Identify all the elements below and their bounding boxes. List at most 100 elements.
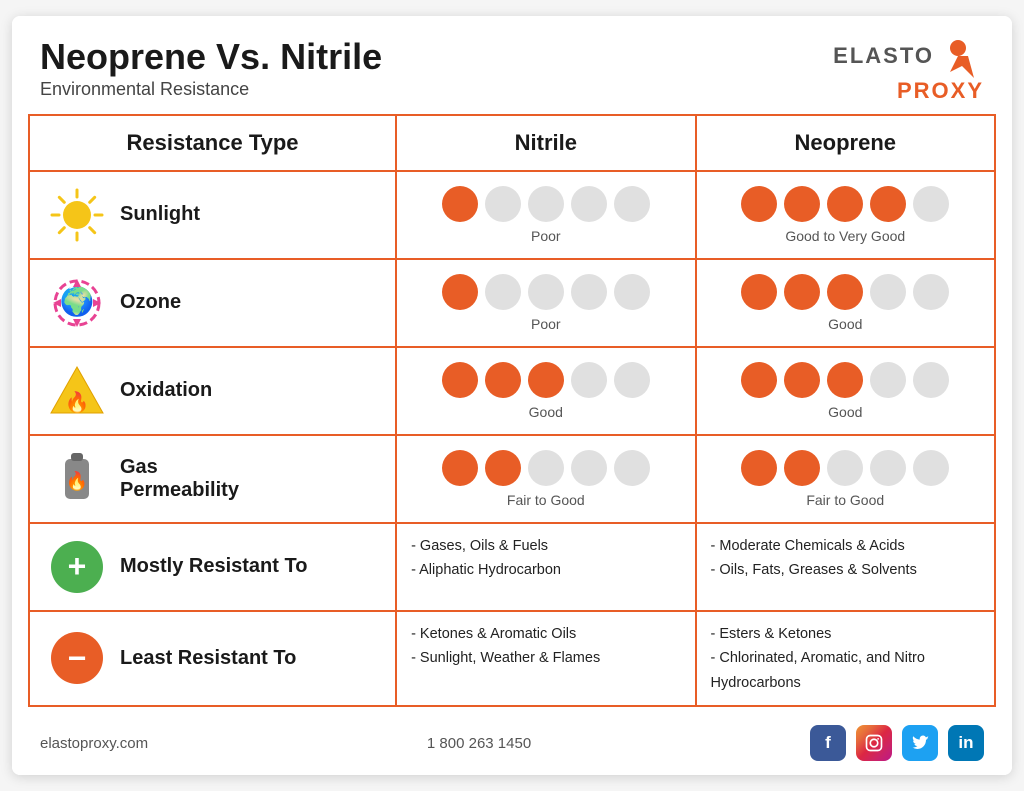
page-title: Neoprene Vs. Nitrile	[40, 37, 382, 77]
table-row: Sunlight Poor Good to Very Good	[29, 171, 995, 259]
nitrile-cell-sunlight: Poor	[396, 171, 695, 259]
type-cell-gas-permeability: 🔥 Gas Permeability	[29, 435, 396, 523]
nitrile-dot-4	[614, 450, 650, 486]
logo: ELASTO PROXY	[833, 34, 984, 104]
type-cell-oxidation: 🔥 Oxidation	[29, 347, 396, 435]
gas-icon: 🔥	[48, 450, 106, 508]
col-header-neoprene: Neoprene	[696, 115, 995, 171]
footer-social-icons: f in	[810, 725, 984, 761]
table-row: + Mostly Resistant To - Gases, Oils & Fuel…	[29, 523, 995, 611]
neoprene-dot-0	[741, 186, 777, 222]
plus-icon: +	[48, 538, 106, 596]
footer-phone: 1 800 263 1450	[427, 735, 531, 752]
svg-text:🔥: 🔥	[65, 390, 90, 414]
neoprene-rating-ozone: Good	[707, 316, 984, 332]
nitrile-dot-2	[528, 186, 564, 222]
neoprene-rating-sunlight: Good to Very Good	[707, 228, 984, 244]
nitrile-dot-0	[442, 450, 478, 486]
nitrile-dot-4	[614, 362, 650, 398]
neoprene-cell-oxidation: Good	[696, 347, 995, 435]
comparison-table: Resistance Type Nitrile Neoprene Sunligh…	[28, 114, 996, 708]
table-row: 🔥 OxidationGoodGood	[29, 347, 995, 435]
col-header-type: Resistance Type	[29, 115, 396, 171]
neoprene-cell-sunlight: Good to Very Good	[696, 171, 995, 259]
table-row: 🌍 OzonePoorGood	[29, 259, 995, 347]
nitrile-dot-4	[614, 186, 650, 222]
type-label-oxidation: Oxidation	[120, 379, 212, 402]
neoprene-dot-1	[784, 450, 820, 486]
ozone-icon: 🌍	[48, 274, 106, 332]
nitrile-list-least-resistant: - Ketones & Aromatic Oils- Sunlight, Wea…	[396, 611, 695, 707]
nitrile-dot-2	[528, 362, 564, 398]
nitrile-dot-1	[485, 186, 521, 222]
table-row: −Least Resistant To - Ketones & Aromatic …	[29, 611, 995, 707]
linkedin-icon[interactable]: in	[948, 725, 984, 761]
type-label-mostly-resistant: Mostly Resistant To	[120, 555, 307, 578]
footer-url: elastoproxy.com	[40, 735, 148, 752]
neoprene-dot-1	[784, 274, 820, 310]
neoprene-cell-ozone: Good	[696, 259, 995, 347]
oxidation-icon: 🔥	[48, 362, 106, 420]
nitrile-cell-ozone: Poor	[396, 259, 695, 347]
nitrile-cell-oxidation: Good	[396, 347, 695, 435]
plus-icon: +	[51, 541, 103, 593]
neoprene-dot-1	[784, 362, 820, 398]
neoprene-list-least-resistant: - Esters & Ketones- Chlorinated, Aromati…	[696, 611, 995, 707]
nitrile-cell-gas-permeability: Fair to Good	[396, 435, 695, 523]
neoprene-dot-4	[913, 186, 949, 222]
svg-text:🌍: 🌍	[60, 285, 95, 318]
table-row: 🔥 Gas Permeability Fair to Good Fair to Go…	[29, 435, 995, 523]
logo-proxy: PROXY	[897, 78, 984, 104]
nitrile-dot-1	[485, 362, 521, 398]
neoprene-dot-4	[913, 450, 949, 486]
neoprene-dot-2	[827, 274, 863, 310]
nitrile-dot-0	[442, 186, 478, 222]
minus-icon: −	[51, 632, 103, 684]
neoprene-rating-oxidation: Good	[707, 404, 984, 420]
nitrile-list-mostly-resistant: - Gases, Oils & Fuels- Aliphatic Hydroca…	[396, 523, 695, 611]
neoprene-dot-2	[827, 362, 863, 398]
svg-text:🔥: 🔥	[66, 470, 88, 491]
type-label-ozone: Ozone	[120, 291, 181, 314]
footer: elastoproxy.com 1 800 263 1450 f in	[12, 711, 1012, 775]
neoprene-dot-3	[870, 186, 906, 222]
main-card: Neoprene Vs. Nitrile Environmental Resis…	[12, 16, 1012, 776]
nitrile-dot-0	[442, 362, 478, 398]
nitrile-dot-3	[571, 450, 607, 486]
type-label-sunlight: Sunlight	[120, 203, 200, 226]
logo-elasto: ELASTO	[833, 43, 934, 69]
neoprene-rating-gas-permeability: Fair to Good	[707, 492, 984, 508]
instagram-icon[interactable]	[856, 725, 892, 761]
nitrile-rating-gas-permeability: Fair to Good	[407, 492, 684, 508]
neoprene-dot-0	[741, 274, 777, 310]
neoprene-dot-2	[827, 186, 863, 222]
neoprene-dot-3	[870, 450, 906, 486]
nitrile-dot-2	[528, 274, 564, 310]
nitrile-dot-4	[614, 274, 650, 310]
type-cell-ozone: 🌍 Ozone	[29, 259, 396, 347]
neoprene-list-mostly-resistant: - Moderate Chemicals & Acids- Oils, Fats…	[696, 523, 995, 611]
minus-icon: −	[48, 629, 106, 687]
type-label-least-resistant: Least Resistant To	[120, 647, 296, 670]
nitrile-dot-3	[571, 274, 607, 310]
nitrile-rating-sunlight: Poor	[407, 228, 684, 244]
nitrile-dot-2	[528, 450, 564, 486]
neoprene-dot-2	[827, 450, 863, 486]
nitrile-dot-1	[485, 274, 521, 310]
neoprene-dot-0	[741, 450, 777, 486]
twitter-icon[interactable]	[902, 725, 938, 761]
neoprene-dot-4	[913, 362, 949, 398]
neoprene-dot-3	[870, 274, 906, 310]
neoprene-cell-gas-permeability: Fair to Good	[696, 435, 995, 523]
neoprene-dot-0	[741, 362, 777, 398]
neoprene-dot-4	[913, 274, 949, 310]
header-left: Neoprene Vs. Nitrile Environmental Resis…	[40, 37, 382, 100]
nitrile-dot-0	[442, 274, 478, 310]
nitrile-dot-1	[485, 450, 521, 486]
type-label-gas-permeability: Gas Permeability	[120, 456, 239, 502]
comparison-table-wrapper: Resistance Type Nitrile Neoprene Sunligh…	[28, 114, 996, 708]
sun-icon	[48, 186, 106, 244]
facebook-icon[interactable]: f	[810, 725, 846, 761]
col-header-nitrile: Nitrile	[396, 115, 695, 171]
page-subtitle: Environmental Resistance	[40, 79, 382, 100]
